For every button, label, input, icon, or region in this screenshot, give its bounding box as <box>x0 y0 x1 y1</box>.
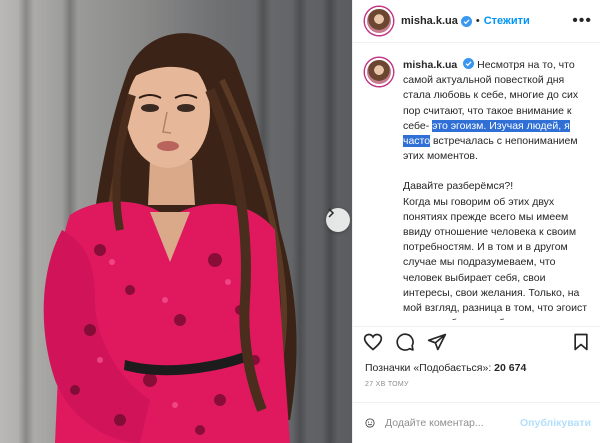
next-photo-button[interactable] <box>326 208 350 232</box>
action-bar <box>353 326 600 356</box>
post-timestamp[interactable]: 27 хв тому <box>365 381 409 388</box>
verified-badge-icon <box>460 15 472 27</box>
caption-paragraph-2: Давайте разберёмся?! <box>403 180 514 193</box>
comment-icon[interactable] <box>395 332 415 352</box>
avatar[interactable] <box>365 7 393 35</box>
next-arrow-icon <box>328 208 335 218</box>
caption-text: misha.k.ua Несмотря на то, что самой акт… <box>403 58 589 320</box>
share-icon[interactable] <box>427 332 447 352</box>
comment-input[interactable] <box>384 417 520 429</box>
likes-number: 20 674 <box>494 362 527 374</box>
separator-dot: • <box>475 15 480 27</box>
likes-count[interactable]: Позначки «Подобається»: 20 674 <box>365 362 526 374</box>
caption-row: misha.k.ua Несмотря на то, что самой акт… <box>365 58 591 320</box>
post-sidebar: misha.k.ua • Стежити ••• misha.k.ua Несм… <box>352 0 600 443</box>
caption-paragraph-3: Когда мы говорим об этих двух понятиях п… <box>403 195 588 320</box>
heart-icon[interactable] <box>363 332 383 352</box>
caption-avatar[interactable] <box>365 58 393 86</box>
author-username[interactable]: misha.k.ua <box>401 15 458 27</box>
follow-button[interactable]: Стежити <box>484 15 530 27</box>
caption-username[interactable]: misha.k.ua <box>403 59 457 71</box>
comment-bar: Опублікувати <box>353 402 600 443</box>
caption-area: misha.k.ua Несмотря на то, что самой акт… <box>353 44 600 320</box>
bookmark-icon[interactable] <box>571 332 591 352</box>
verified-badge-icon <box>463 58 475 69</box>
portrait-illustration <box>43 33 297 443</box>
likes-label: Позначки «Подобається»: <box>365 362 495 374</box>
emoji-icon[interactable] <box>365 413 375 433</box>
more-options-icon[interactable]: ••• <box>572 12 592 30</box>
caption-paragraph-1-end: встречалась с непониманием этих моментов… <box>403 135 578 163</box>
post-photo[interactable] <box>0 0 352 443</box>
publish-button[interactable]: Опублікувати <box>520 417 591 429</box>
post-header: misha.k.ua • Стежити ••• <box>353 0 600 43</box>
